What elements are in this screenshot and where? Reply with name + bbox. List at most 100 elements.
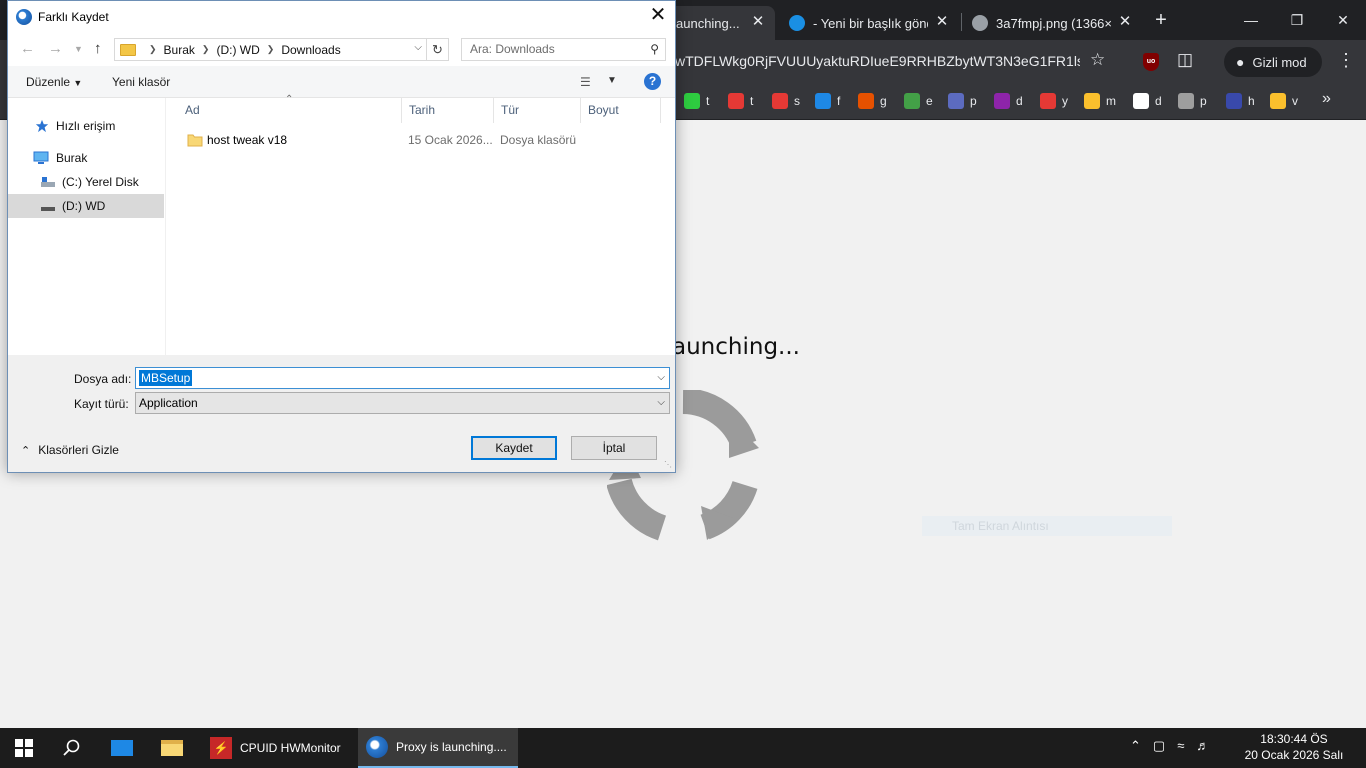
new-tab-button[interactable]: +: [1151, 8, 1171, 32]
column-header-size[interactable]: Boyut: [581, 98, 661, 123]
bookmark-favicon-icon: [1040, 93, 1056, 109]
bookmark-favicon-icon: [684, 93, 700, 109]
start-button[interactable]: [0, 728, 48, 768]
close-icon[interactable]: ✕: [647, 5, 669, 27]
bookmark-label: f: [837, 94, 841, 108]
navigation-pane: Hızlı erişim Burak (C:) Yerel Disk (D:) …: [8, 98, 166, 355]
bookmark-label: y: [1062, 94, 1068, 108]
bookmark-favicon-icon: [1178, 93, 1194, 109]
hide-folders-toggle[interactable]: ⌃ Klasörleri Gizle: [21, 443, 119, 457]
windows-logo-icon: [15, 739, 33, 757]
address-bar[interactable]: wTDFLWkg0RjFVUUUyaktuRDIueE9RRHBZbytWT3N…: [675, 53, 1080, 69]
recent-dropdown-icon[interactable]: ▼: [74, 44, 83, 54]
file-explorer-icon[interactable]: [148, 728, 196, 768]
organize-button[interactable]: Düzenle ▼: [26, 75, 82, 89]
bookmark-item[interactable]: t: [684, 92, 709, 110]
bookmark-item[interactable]: d: [1133, 92, 1162, 110]
bookmark-label: e: [926, 94, 933, 108]
chevron-down-icon: ⌵: [657, 397, 665, 408]
proxy-app-icon: [366, 736, 388, 758]
resize-grip-icon[interactable]: ⋱: [664, 460, 672, 469]
bookmark-label: v: [1292, 94, 1298, 108]
bookmark-item[interactable]: p: [1178, 92, 1207, 110]
clock[interactable]: 18:30:44 ÖS 20 Ocak 2026 Salı: [1244, 731, 1344, 763]
launching-text: aunching...: [672, 334, 800, 360]
wifi-icon[interactable]: ≈: [1177, 738, 1184, 754]
bookmark-item[interactable]: t: [728, 92, 753, 110]
search-input[interactable]: Ara: Downloads ⚲: [461, 38, 666, 61]
taskbar-app-proxy[interactable]: Proxy is launching....: [358, 728, 518, 768]
tab-image[interactable]: 3a7fmpj.png (1366×7 ✕: [962, 6, 1142, 40]
chevron-down-icon[interactable]: ⌵: [657, 372, 665, 383]
chevron-up-icon[interactable]: ⌃: [1130, 738, 1141, 754]
bookmark-item[interactable]: p: [948, 92, 977, 110]
cancel-button[interactable]: İptal: [571, 436, 657, 460]
chevron-up-icon: ⌃: [21, 444, 31, 457]
help-icon[interactable]: ?: [644, 73, 661, 90]
blue-window-glyph: [111, 740, 133, 756]
bookmark-item[interactable]: m: [1084, 92, 1116, 110]
dialog-title-bar[interactable]: Farklı Kaydet ✕: [8, 1, 675, 32]
ublock-extension-icon[interactable]: uo: [1143, 53, 1159, 71]
bookmark-item[interactable]: y: [1040, 92, 1068, 110]
extensions-puzzle-icon[interactable]: ◫: [1177, 50, 1193, 70]
chevron-right-icon: ❯: [266, 44, 275, 54]
breadcrumb-drive[interactable]: (D:) WD: [216, 43, 259, 57]
bookmark-label: p: [970, 94, 977, 108]
navigation-bar: ← → ▼ ↑ ❯ Burak ❯ (D:) WD ❯ Downloads ⌵ …: [8, 32, 675, 66]
bookmark-favicon-icon: [728, 93, 744, 109]
app-logo-icon: [16, 8, 32, 25]
chevron-down-icon[interactable]: ▼: [607, 75, 617, 86]
hwmonitor-icon: ⚡: [210, 737, 232, 759]
table-row[interactable]: host tweak v18 15 Ocak 2026... Dosya kla…: [167, 129, 667, 151]
filename-input[interactable]: MBSetup ⌵: [135, 367, 670, 389]
browser-menu-icon[interactable]: ⋮: [1337, 50, 1355, 71]
column-header-date[interactable]: Tarih: [402, 98, 494, 123]
search-icon[interactable]: [48, 728, 96, 768]
tab-close-icon[interactable]: ✕: [1116, 13, 1134, 31]
bookmarks-overflow-icon[interactable]: »: [1322, 90, 1331, 108]
bookmark-item[interactable]: s: [772, 92, 800, 110]
desktop-app-icon[interactable]: [98, 728, 146, 768]
incognito-badge[interactable]: ● Gizli mod: [1224, 47, 1322, 77]
close-window-icon[interactable]: ✕: [1320, 6, 1366, 34]
save-button[interactable]: Kaydet: [471, 436, 557, 460]
new-folder-button[interactable]: Yeni klasör: [112, 75, 170, 89]
filetype-select[interactable]: Application ⌵: [135, 392, 670, 414]
network-icon[interactable]: ▢: [1153, 738, 1165, 754]
column-header-type[interactable]: Tür: [494, 98, 581, 123]
bookmark-item[interactable]: h: [1226, 92, 1255, 110]
back-arrow-icon[interactable]: ←: [20, 40, 35, 57]
nav-item-burak[interactable]: Burak: [8, 146, 164, 170]
tab-close-icon[interactable]: ✕: [933, 13, 951, 31]
refresh-icon[interactable]: ↻: [426, 39, 448, 60]
bookmark-item[interactable]: v: [1270, 92, 1298, 110]
dialog-title: Farklı Kaydet: [38, 9, 109, 24]
nav-item-d-drive[interactable]: (D:) WD: [8, 194, 164, 218]
nav-item-c-drive[interactable]: (C:) Yerel Disk: [8, 170, 164, 194]
chevron-down-icon[interactable]: ⌵: [414, 42, 422, 53]
tab-title: - Yeni bir başlık gönd: [813, 15, 928, 31]
bookmark-item[interactable]: e: [904, 92, 933, 110]
minimize-icon[interactable]: —: [1228, 6, 1274, 34]
tab-close-icon[interactable]: ✕: [749, 13, 767, 31]
nav-item-quick-access[interactable]: Hızlı erişim: [8, 114, 164, 138]
bookmark-item[interactable]: f: [815, 92, 840, 110]
bookmark-favicon-icon: [1133, 93, 1149, 109]
breadcrumb-burak[interactable]: Burak: [164, 43, 195, 57]
taskbar-app-hwmonitor[interactable]: ⚡ CPUID HWMonitor: [202, 728, 354, 768]
bookmark-star-icon[interactable]: ☆: [1090, 50, 1105, 70]
breadcrumb-downloads[interactable]: Downloads: [281, 43, 340, 57]
forward-arrow-icon[interactable]: →: [48, 40, 63, 57]
bookmark-item[interactable]: d: [994, 92, 1023, 110]
restore-icon[interactable]: ❐: [1274, 6, 1320, 34]
file-list: Ad ⌃ Tarih Tür Boyut host tweak v18 15 O…: [167, 94, 675, 355]
volume-icon[interactable]: ♬: [1196, 738, 1209, 754]
up-arrow-icon[interactable]: ↑: [94, 40, 102, 57]
tab-proxy[interactable]: aunching... ✕: [664, 6, 775, 40]
view-options-icon[interactable]: ☰: [580, 75, 591, 89]
breadcrumb[interactable]: ❯ Burak ❯ (D:) WD ❯ Downloads ⌵ ↻: [114, 38, 449, 61]
file-type: Dosya klasörü: [500, 133, 577, 147]
tab-yeni-baslik[interactable]: - Yeni bir başlık gönd ✕: [779, 6, 959, 40]
bookmark-item[interactable]: g: [858, 92, 887, 110]
